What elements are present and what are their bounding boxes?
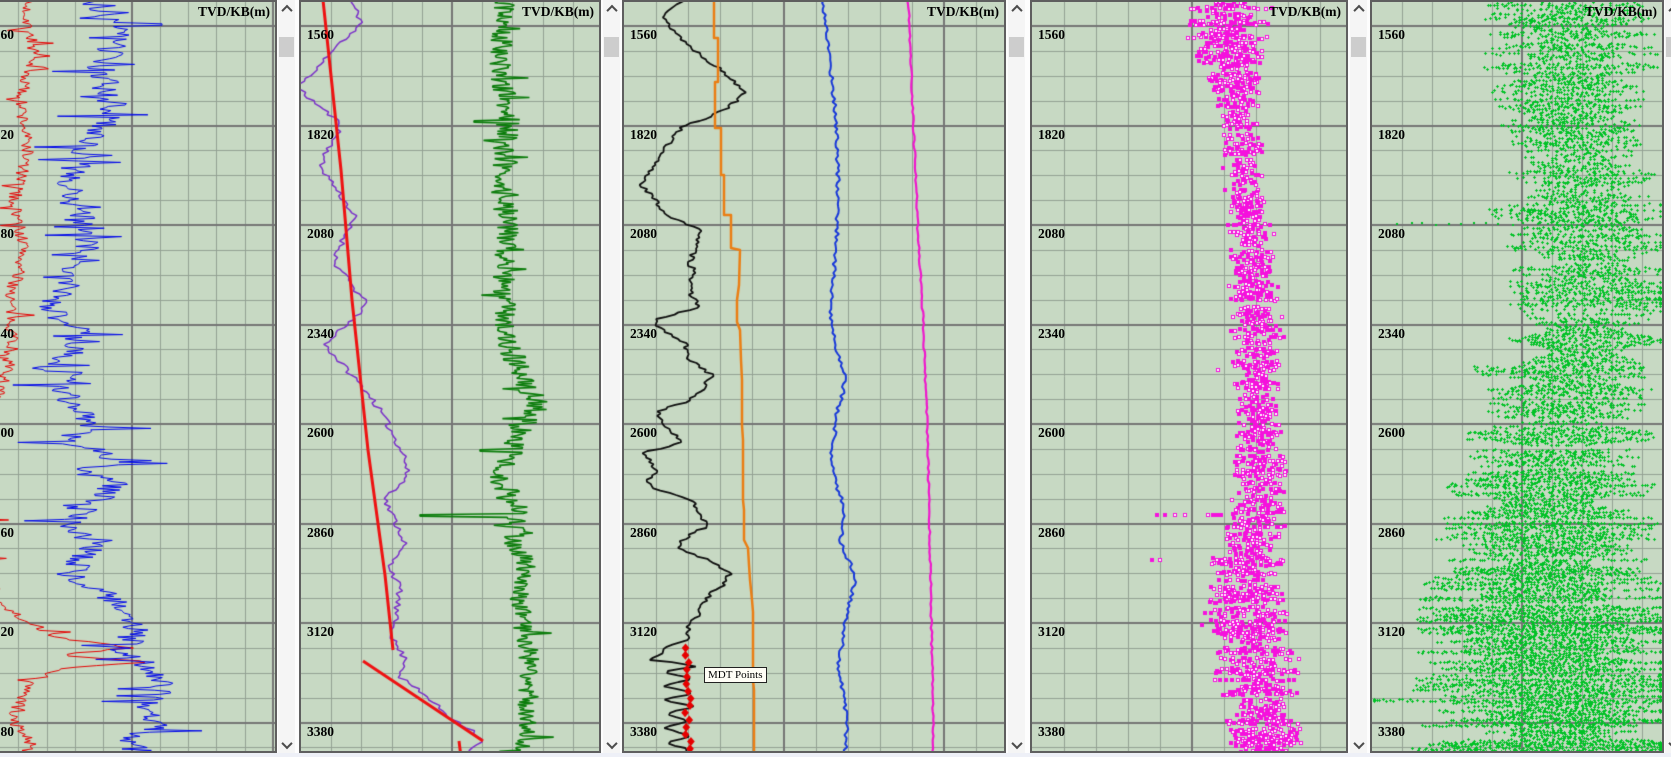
depth-label: 2860 [0,525,14,541]
scroll-up-button[interactable] [1665,0,1671,17]
scroll-up-button[interactable] [278,0,295,17]
track-5-plot[interactable]: TVD/KB(m) 1560 1820 2080 2340 2600 2860 3120 33… [1370,0,1664,753]
chevron-up-icon [606,4,617,15]
chevron-up-icon [1353,4,1364,15]
depth-label: 2600 [1378,425,1405,441]
track-1-scrollbar[interactable] [278,0,295,753]
depth-axis-title: TVD/KB(m) [1269,4,1341,20]
depth-label: 2080 [630,226,657,242]
depth-label: 2860 [630,525,657,541]
scroll-up-button[interactable] [1008,0,1025,17]
depth-label: 1560 [630,27,657,43]
track-4-plot[interactable]: TVD/KB(m) 1560 1820 2080 2340 2600 2860 3120 33… [1030,0,1348,753]
mdt-points-label: MDT Points [704,667,767,683]
depth-axis-title: TVD/KB(m) [927,4,999,20]
depth-label: 3120 [1038,624,1065,640]
track-1-plot[interactable]: TVD/KB(m) 1560 1820 2080 2340 2600 2860 3120 33… [0,0,277,753]
scroll-down-button[interactable] [603,736,620,753]
window-bottom-strip [0,753,1671,757]
depth-label: 2080 [1038,226,1065,242]
depth-label: 1560 [307,27,334,43]
depth-label: 3380 [307,724,334,740]
depth-label: 2600 [0,425,14,441]
depth-label: 1820 [1038,127,1065,143]
chevron-down-icon [1353,737,1364,748]
depth-label: 3120 [0,624,14,640]
depth-label: 1820 [1378,127,1405,143]
depth-label: 2340 [630,326,657,342]
depth-label: 2600 [1038,425,1065,441]
scroll-up-button[interactable] [1350,0,1367,17]
depth-axis-title: TVD/KB(m) [1585,4,1657,20]
depth-label: 1820 [0,127,14,143]
depth-label: 3120 [630,624,657,640]
depth-label: 1560 [0,27,14,43]
track-1-curves-canvas [0,2,275,751]
depth-label: 3120 [1378,624,1405,640]
depth-label: 2860 [1038,525,1065,541]
depth-label: 2080 [1378,226,1405,242]
depth-label: 2600 [630,425,657,441]
depth-label: 2340 [1038,326,1065,342]
chevron-down-icon [1011,737,1022,748]
track-2-scrollbar[interactable] [603,0,620,753]
chevron-up-icon [281,4,292,15]
depth-label: 3380 [630,724,657,740]
depth-label: 1820 [630,127,657,143]
depth-label: 1560 [1378,27,1405,43]
depth-label: 2340 [1378,326,1405,342]
depth-label: 3380 [1378,724,1405,740]
scroll-down-button[interactable] [278,736,295,753]
depth-label: 2340 [307,326,334,342]
scrollbar-thumb[interactable] [279,37,294,57]
chevron-up-icon [1011,4,1022,15]
track-3-scrollbar[interactable] [1008,0,1025,753]
scrollbar-thumb[interactable] [1666,37,1671,57]
depth-label: 2080 [307,226,334,242]
scrollbar-thumb[interactable] [1009,37,1024,57]
track-5-curves-canvas [1372,2,1662,751]
depth-label: 3120 [307,624,334,640]
track-4-curves-canvas [1032,2,1346,751]
track-2-curves-canvas [301,2,599,751]
depth-axis-title: TVD/KB(m) [198,4,270,20]
scrollbar-thumb[interactable] [1351,37,1366,57]
scroll-down-button[interactable] [1350,736,1367,753]
depth-label: 2860 [307,525,334,541]
depth-label: 1820 [307,127,334,143]
track-5-scrollbar[interactable] [1665,0,1671,753]
depth-label: 3380 [0,724,14,740]
depth-label: 2600 [307,425,334,441]
track-3-curves-canvas [624,2,1004,751]
depth-label: 2340 [0,326,14,342]
scroll-down-button[interactable] [1008,736,1025,753]
chevron-down-icon [281,737,292,748]
track-3-plot[interactable]: TVD/KB(m) MDT Points 1560 1820 2080 2340 260… [622,0,1006,753]
track-4-scrollbar[interactable] [1350,0,1367,753]
well-log-viewer: TVD/KB(m) 1560 1820 2080 2340 2600 2860 3120 33… [0,0,1671,757]
chevron-down-icon [606,737,617,748]
scroll-down-button[interactable] [1665,736,1671,753]
depth-label: 2080 [0,226,14,242]
scroll-up-button[interactable] [603,0,620,17]
track-2-plot[interactable]: TVD/KB(m) 1560 1820 2080 2340 2600 2860 3120 33… [299,0,601,753]
scrollbar-thumb[interactable] [604,37,619,57]
depth-axis-title: TVD/KB(m) [522,4,594,20]
depth-label: 1560 [1038,27,1065,43]
depth-label: 2860 [1378,525,1405,541]
depth-label: 3380 [1038,724,1065,740]
